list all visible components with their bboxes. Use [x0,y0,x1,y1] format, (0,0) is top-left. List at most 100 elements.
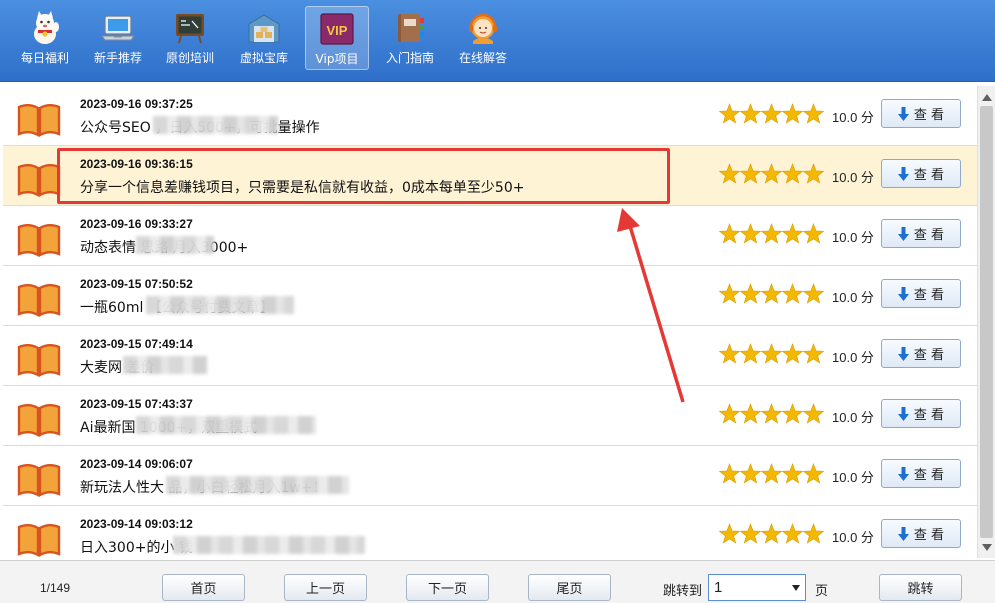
open-book-icon [17,164,61,197]
nav-item-daily-welfare[interactable]: 每日福利 [13,6,77,70]
star-icon [760,223,783,244]
view-button[interactable]: 查 看 [881,99,961,128]
star-icon [760,163,783,184]
star-icon [781,343,804,364]
list-item[interactable]: 2023-09-16 09:36:15 分享一个信息差赚钱项目，只需要是私信就有… [3,146,977,206]
redacted-text-mask [146,296,294,314]
list-item[interactable]: 2023-09-15 07:50:52 一瓶60ml 【公众号付费文章】 10.… [3,266,977,326]
star-icon [781,523,804,544]
star-icon [781,463,804,484]
star-icon [719,103,741,124]
download-arrow-icon [897,466,909,481]
view-button-label: 查 看 [913,408,945,423]
scroll-thumb[interactable] [980,106,993,538]
nav-item-online-answer[interactable]: 在线解答 [451,6,515,70]
list-item[interactable]: 2023-09-16 09:37:25 公众号SEO ，日入500+，可批量操作… [3,86,977,146]
row-date: 2023-09-15 07:43:37 [80,397,193,411]
list-item[interactable]: 2023-09-15 07:49:14 大麦网 差价 10.0 分 查 看 [3,326,977,386]
view-button[interactable]: 查 看 [881,279,961,308]
view-button-label: 查 看 [913,468,945,483]
view-button[interactable]: 查 看 [881,339,961,368]
view-button[interactable]: 查 看 [881,519,961,548]
star-icon [802,343,824,364]
first-page-button[interactable]: 首页 [162,574,245,601]
nav-item-newbie-recommend[interactable]: 新手推荐 [86,6,150,70]
view-button[interactable]: 查 看 [881,459,961,488]
row-score: 10.0 分 [832,290,874,305]
open-book-icon [17,404,61,437]
laptop-icon [101,15,135,41]
star-icon [739,283,762,304]
row-date: 2023-09-15 07:50:52 [80,277,193,291]
nav-item-beginner-guide[interactable]: 入门指南 [378,6,442,70]
list-item[interactable]: 2023-09-15 07:43:37 Ai最新国 1000+，双重模式 10.… [3,386,977,446]
nav-item-vip-project[interactable]: VIP Vip项目 [305,6,369,70]
download-arrow-icon [897,406,909,421]
list-item[interactable]: 2023-09-14 09:06:07 新玩法人性大 品，小白轻松月入1w+！ … [3,446,977,506]
last-page-button[interactable]: 尾页 [528,574,611,601]
star-icon [760,403,783,424]
books-icon [398,14,424,42]
scroll-up-button[interactable] [978,88,995,106]
support-agent-icon [469,13,497,44]
next-page-button[interactable]: 下一页 [406,574,489,601]
star-icon [719,283,741,304]
star-icon [719,163,741,184]
view-button-label: 查 看 [913,168,945,183]
jump-to-label: 跳转到 [663,584,703,599]
row-score: 10.0 分 [832,230,874,245]
view-button[interactable]: 查 看 [881,219,961,248]
view-button[interactable]: 查 看 [881,399,961,428]
row-score: 10.0 分 [832,530,874,545]
star-icon [719,223,741,244]
open-book-icon [17,524,61,557]
star-icon [802,283,824,304]
rating-stars [719,163,824,184]
nav-item-original-training[interactable]: 原创培训 [158,6,222,70]
nav-item-virtual-treasury[interactable]: 虚拟宝库 [232,6,296,70]
rating-stars [719,523,824,544]
star-icon [781,163,804,184]
open-book-icon [17,104,61,137]
list-scrollbar[interactable] [977,86,995,558]
view-button-label: 查 看 [913,228,945,243]
row-date: 2023-09-14 09:03:12 [80,517,193,531]
jump-page-select[interactable]: 1 [708,574,806,601]
list-item[interactable]: 2023-09-16 09:33:27 动态表情 思路 月入3000+ 10.0… [3,206,977,266]
star-icon [802,223,824,244]
row-score: 10.0 分 [832,110,874,125]
vip-badge-text: VIP [327,23,348,38]
chevron-down-icon [792,585,800,591]
rating-stars [719,223,824,244]
star-icon [781,283,804,304]
prev-page-button[interactable]: 上一页 [284,574,367,601]
rating-stars [719,343,824,364]
open-book-icon [17,284,61,317]
star-icon [802,523,824,544]
star-icon [739,343,762,364]
star-icon [719,343,741,364]
jump-button[interactable]: 跳转 [879,574,962,601]
download-arrow-icon [897,346,909,361]
scroll-down-button[interactable] [978,538,995,556]
row-date: 2023-09-15 07:49:14 [80,337,193,351]
view-button-label: 查 看 [913,108,945,123]
star-icon [760,103,783,124]
page-count: 1/149 [40,581,71,595]
star-icon [802,403,824,424]
view-button-label: 查 看 [913,528,945,543]
star-icon [781,223,804,244]
warehouse-icon [248,14,280,43]
star-icon [760,343,783,364]
star-icon [739,223,762,244]
list-item[interactable]: 2023-09-14 09:03:12 日入300+的小 钱 10.0 分 查 … [3,506,977,558]
star-icon [739,103,762,124]
star-icon [781,103,804,124]
star-icon [739,163,762,184]
nav-label: 在线解答 [458,51,507,65]
download-arrow-icon [897,166,909,181]
row-date: 2023-09-16 09:37:25 [80,97,193,111]
download-arrow-icon [897,286,909,301]
view-button[interactable]: 查 看 [881,159,961,188]
view-button-label: 查 看 [913,348,945,363]
